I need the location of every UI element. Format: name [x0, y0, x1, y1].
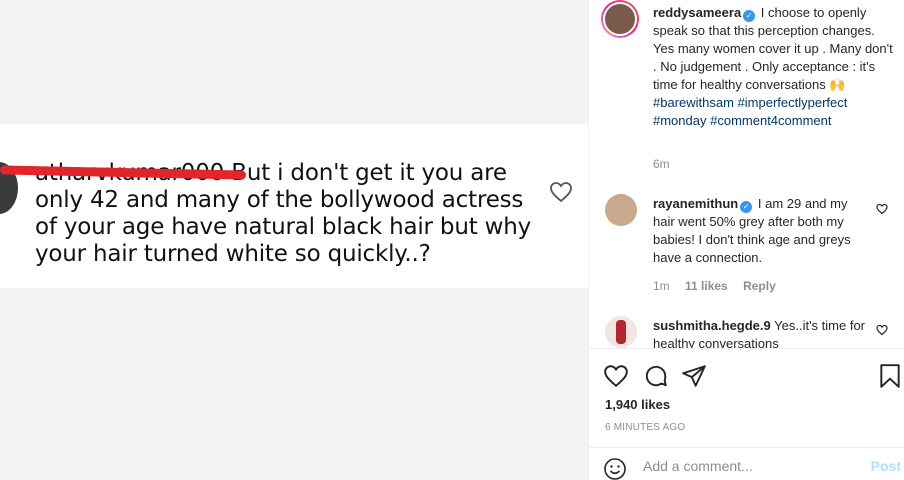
comments-scroll[interactable]: reddysameera ✓ I choose to openly speak s… — [589, 0, 904, 348]
comment-timestamp[interactable]: 1m — [653, 279, 670, 293]
caption-username[interactable]: reddysameera — [653, 5, 741, 20]
emoji-icon[interactable] — [603, 457, 627, 480]
comment-avatar-figure — [616, 320, 626, 344]
image-comment-layer: atharvkumar000 But i don't get it you ar… — [0, 0, 588, 480]
bookmark-icon[interactable] — [877, 363, 903, 389]
add-comment-bar: Post — [589, 447, 904, 480]
caption-avatar[interactable] — [601, 0, 639, 38]
likes-count[interactable]: 1,940 likes — [605, 397, 670, 412]
post-timestamp[interactable]: 6 MINUTES AGO — [605, 422, 685, 433]
paper-plane-icon[interactable] — [681, 363, 707, 389]
comment-like-heart-icon[interactable] — [876, 324, 888, 336]
comment-meta: 1m 11 likes Reply — [653, 279, 788, 293]
comment-avatar[interactable] — [605, 194, 637, 226]
caption-text: reddysameera ✓ I choose to openly speak s… — [653, 4, 893, 130]
hashtag-link[interactable]: #comment4comment — [710, 113, 831, 128]
hashtag-link[interactable]: #monday — [653, 113, 706, 128]
caption-avatar-image — [603, 2, 637, 36]
comment-text: rayanemithun ✓ I am 29 and my hair went 5… — [653, 195, 867, 267]
post-panel: reddysameera ✓ I choose to openly speak s… — [588, 0, 904, 480]
verified-badge-icon: ✓ — [740, 201, 753, 213]
caption-timestamp[interactable]: 6m — [653, 157, 670, 171]
heart-icon[interactable] — [603, 363, 629, 389]
comment-text: sushmitha.hegde.9 Yes..it's time for hea… — [653, 317, 867, 348]
comment-likes[interactable]: 11 likes — [685, 279, 728, 293]
caption-emoji: 🙌 — [829, 77, 846, 92]
post-actions: 1,940 likes 6 MINUTES AGO Post — [589, 348, 904, 480]
comment-avatar[interactable] — [605, 316, 637, 348]
hashtag-link[interactable]: #imperfectlyperfect — [738, 95, 848, 110]
comment-reply-button[interactable]: Reply — [743, 279, 776, 293]
comment-username[interactable]: sushmitha.hegde.9 — [653, 318, 771, 333]
image-heart-icon — [550, 182, 572, 203]
post-comment-button[interactable]: Post — [871, 458, 901, 474]
comment-like-heart-icon[interactable] — [876, 203, 888, 215]
comment-icon[interactable] — [643, 363, 669, 389]
hashtag-link[interactable]: #barewithsam — [653, 95, 734, 110]
verified-badge-icon: ✓ — [743, 10, 756, 22]
comment-username[interactable]: rayanemithun — [653, 196, 738, 211]
add-comment-input[interactable] — [643, 458, 863, 474]
caption-time: 6m — [653, 157, 682, 171]
